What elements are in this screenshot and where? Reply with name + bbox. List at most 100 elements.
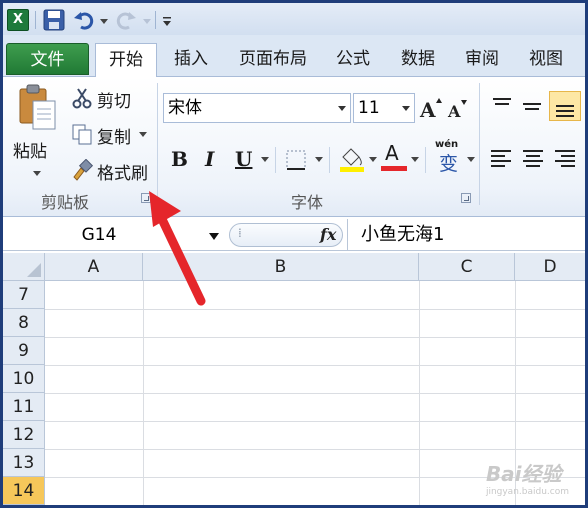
copy-dropdown-icon[interactable] xyxy=(139,132,147,137)
qat-separator xyxy=(35,11,36,29)
ribbon-home: 粘贴 剪切 复制 格式刷 剪贴板 宋体 11 A A B I U A wén 变… xyxy=(3,77,585,217)
customize-qat-icon[interactable] xyxy=(161,9,173,31)
select-all-button[interactable] xyxy=(3,253,45,281)
underline-dropdown-icon[interactable] xyxy=(261,157,269,162)
row-header-9[interactable]: 9 xyxy=(3,337,45,365)
font-size-dropdown-icon[interactable] xyxy=(402,106,410,111)
format-painter-icon xyxy=(73,159,93,181)
group-separator xyxy=(329,147,330,173)
formula-bar: G14 ⁞ fx 小鱼无海1 xyxy=(3,219,585,251)
row-header-7[interactable]: 7 xyxy=(3,281,45,309)
redo-icon[interactable] xyxy=(115,9,137,31)
gridline xyxy=(45,309,585,310)
phonetic-guide-button[interactable]: wén 变 xyxy=(435,139,465,175)
bottom-align-icon xyxy=(556,105,574,117)
bold-button[interactable]: B xyxy=(171,147,188,171)
group-separator xyxy=(425,147,426,173)
watermark-url: jingyan.baidu.com xyxy=(485,487,569,497)
fill-color-icon[interactable] xyxy=(339,143,365,173)
column-header-d[interactable]: D xyxy=(515,253,585,281)
scissors-icon xyxy=(72,88,92,109)
paste-label: 粘贴 xyxy=(13,142,47,162)
border-icon[interactable] xyxy=(285,149,309,171)
font-group-label: 字体 xyxy=(291,193,324,212)
svg-text:A: A xyxy=(419,98,436,121)
tab-review[interactable]: 审阅 xyxy=(455,43,509,75)
formula-buttons-pill: ⁞ fx xyxy=(229,223,343,247)
group-separator xyxy=(479,83,480,205)
font-name-combo[interactable]: 宋体 xyxy=(163,93,351,123)
qat-separator xyxy=(155,11,156,29)
copy-label: 复制 xyxy=(97,128,131,148)
undo-dropdown-icon[interactable] xyxy=(100,19,108,24)
italic-button[interactable]: I xyxy=(205,147,214,171)
excel-app-icon[interactable] xyxy=(7,9,29,31)
row-header-10[interactable]: 10 xyxy=(3,365,45,393)
watermark: Bai经验 jingyan.baidu.com xyxy=(486,458,569,497)
annotation-arrow xyxy=(149,191,206,306)
save-icon[interactable] xyxy=(43,9,65,31)
column-header-c[interactable]: C xyxy=(419,253,515,281)
font-color-glyph: A xyxy=(385,141,399,165)
font-name-dropdown-icon[interactable] xyxy=(338,106,346,111)
gridline xyxy=(45,421,585,422)
worksheet-grid: A B C D 7 8 9 10 11 12 13 14 Bai经验 jingy… xyxy=(3,253,585,505)
font-color-dropdown-icon[interactable] xyxy=(411,157,419,162)
undo-icon[interactable] xyxy=(73,9,95,31)
row-header-8[interactable]: 8 xyxy=(3,309,45,337)
copy-button[interactable]: 复制 xyxy=(69,121,153,148)
tab-home[interactable]: 开始 xyxy=(95,43,157,77)
row-header-12[interactable]: 12 xyxy=(3,421,45,449)
format-painter-button[interactable]: 格式刷 xyxy=(69,157,155,184)
cut-label: 剪切 xyxy=(97,92,131,112)
fill-color-dropdown-icon[interactable] xyxy=(369,157,377,162)
align-center-icon[interactable] xyxy=(521,147,547,171)
ribbon-tab-bar: 文件 开始 插入 页面布局 公式 数据 审阅 视图 xyxy=(3,35,585,77)
cut-button[interactable]: 剪切 xyxy=(69,85,149,112)
formula-input[interactable]: 小鱼无海1 xyxy=(361,221,444,249)
font-size-combo[interactable]: 11 xyxy=(353,93,415,123)
row-header-14[interactable]: 14 xyxy=(3,477,45,505)
formula-collapse-handle-icon[interactable]: ⁞ xyxy=(238,226,242,240)
phonetic-dropdown-icon[interactable] xyxy=(467,157,475,162)
row-header-13[interactable]: 13 xyxy=(3,449,45,477)
gridline xyxy=(45,337,585,338)
font-size-value: 11 xyxy=(358,98,380,118)
tab-file[interactable]: 文件 xyxy=(6,43,89,75)
top-align-icon[interactable] xyxy=(489,95,515,117)
font-color-button[interactable]: A xyxy=(381,141,409,173)
decrease-font-size-icon[interactable]: A xyxy=(447,97,469,121)
underline-button[interactable]: U xyxy=(235,147,252,171)
svg-text:A: A xyxy=(447,102,461,121)
bottom-align-button[interactable] xyxy=(549,91,581,121)
formula-divider xyxy=(347,219,348,251)
gridline xyxy=(45,365,585,366)
quick-access-toolbar xyxy=(3,3,585,35)
gridline xyxy=(45,393,585,394)
row-header-11[interactable]: 11 xyxy=(3,393,45,421)
border-dropdown-icon[interactable] xyxy=(315,157,323,162)
middle-align-icon[interactable] xyxy=(519,95,545,117)
tab-formulas[interactable]: 公式 xyxy=(327,43,379,75)
tab-data[interactable]: 数据 xyxy=(391,43,445,75)
align-left-icon[interactable] xyxy=(489,147,515,171)
align-right-icon[interactable] xyxy=(553,147,579,171)
increase-font-size-icon[interactable]: A xyxy=(419,95,443,121)
watermark-brand: Bai经验 xyxy=(485,462,562,486)
gridline xyxy=(45,449,585,450)
paste-icon xyxy=(19,84,56,130)
tab-page-layout[interactable]: 页面布局 xyxy=(229,43,317,75)
font-dialog-launcher[interactable] xyxy=(461,193,471,203)
tab-insert[interactable]: 插入 xyxy=(165,43,217,75)
copy-icon xyxy=(72,124,92,145)
font-color-bar xyxy=(381,166,407,171)
tab-view[interactable]: 视图 xyxy=(519,43,573,75)
paste-dropdown-icon[interactable] xyxy=(33,171,41,176)
clipboard-group-label: 剪贴板 xyxy=(41,193,90,212)
font-name-value: 宋体 xyxy=(168,98,202,118)
phonetic-char-glyph: 变 xyxy=(439,153,459,175)
paste-button[interactable]: 粘贴 xyxy=(11,81,63,185)
insert-function-icon[interactable]: fx xyxy=(320,225,336,244)
column-header-a[interactable]: A xyxy=(45,253,143,281)
format-painter-label: 格式刷 xyxy=(97,164,148,184)
